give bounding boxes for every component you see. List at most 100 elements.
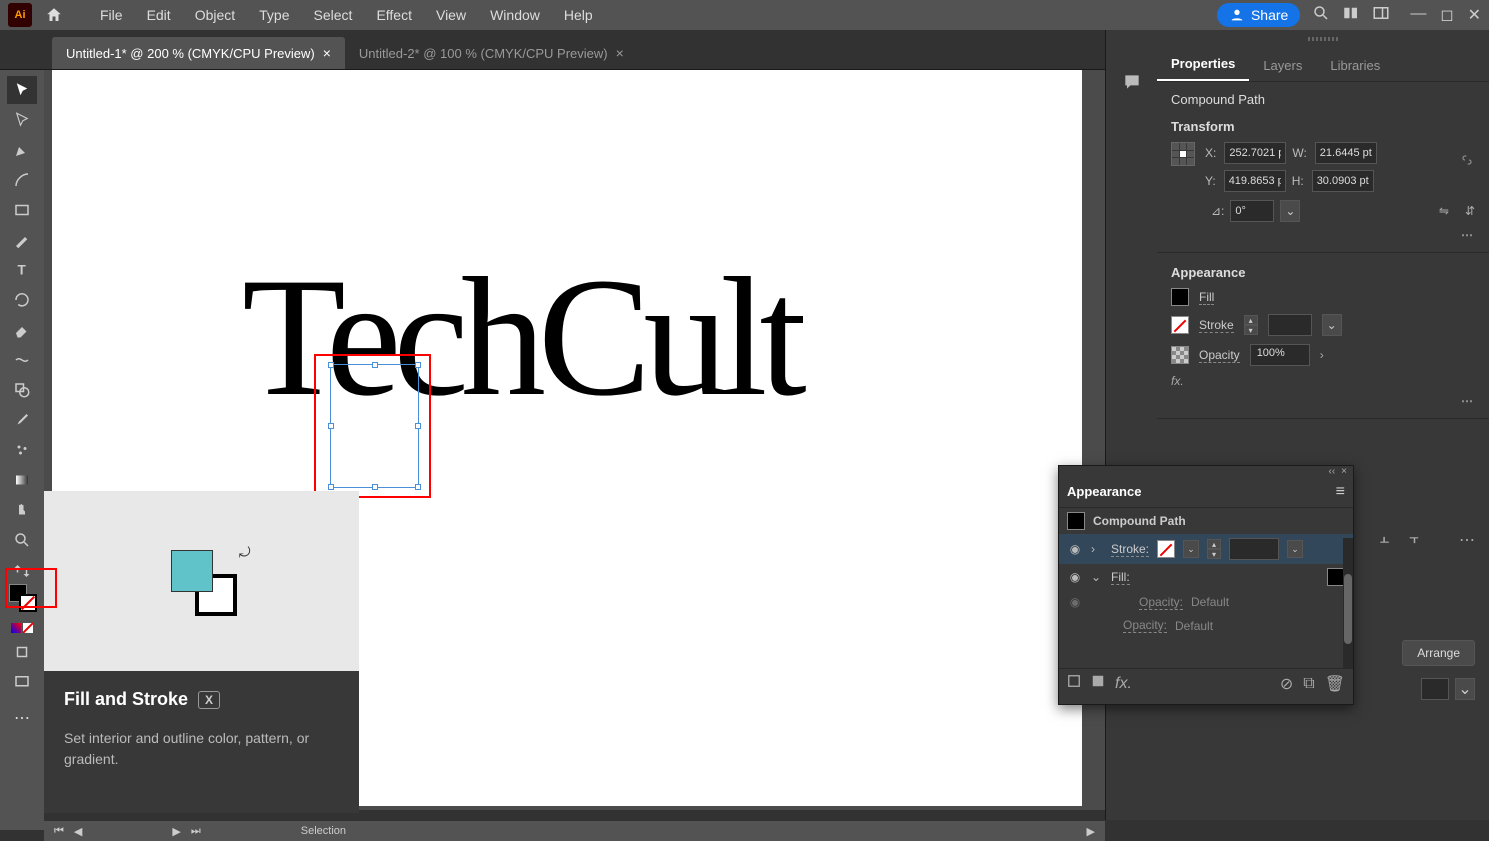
- disclosure-icon[interactable]: ⌄: [1091, 570, 1103, 584]
- w-input[interactable]: [1315, 142, 1377, 164]
- type-tool[interactable]: T: [7, 256, 37, 284]
- panel-collapse-icon[interactable]: ‹‹: [1328, 466, 1335, 476]
- delete-item-icon[interactable]: 🗑: [1325, 674, 1345, 694]
- menu-window[interactable]: Window: [480, 3, 550, 27]
- menu-help[interactable]: Help: [554, 3, 603, 27]
- flip-horizontal-icon[interactable]: ⇋: [1439, 204, 1449, 218]
- close-tab-icon[interactable]: ×: [323, 45, 331, 61]
- menu-effect[interactable]: Effect: [366, 3, 422, 27]
- document-tab-2[interactable]: Untitled-2* @ 100 % (CMYK/CPU Preview) ×: [345, 37, 638, 69]
- close-tab-icon[interactable]: ×: [616, 45, 624, 61]
- arrange-secondary-input[interactable]: [1421, 678, 1449, 700]
- add-effect-icon[interactable]: fx.: [1115, 675, 1132, 693]
- share-button[interactable]: Share: [1217, 3, 1300, 27]
- opacity-arrow-icon[interactable]: ›: [1320, 348, 1324, 362]
- hand-tool[interactable]: [7, 496, 37, 524]
- menu-edit[interactable]: Edit: [137, 3, 181, 27]
- h-input[interactable]: [1312, 170, 1374, 192]
- panel-menu-icon[interactable]: ≡: [1336, 483, 1345, 501]
- flip-vertical-icon[interactable]: ⇵: [1465, 204, 1475, 218]
- scrollbar[interactable]: [1343, 538, 1353, 668]
- fill-swatch[interactable]: [1171, 288, 1189, 306]
- angle-dropdown[interactable]: ⌄: [1280, 200, 1300, 222]
- align-more-options[interactable]: ⋯: [1459, 530, 1475, 550]
- disclosure-icon[interactable]: ›: [1091, 542, 1103, 556]
- rectangle-tool[interactable]: [7, 196, 37, 224]
- stroke-weight-input[interactable]: [1268, 314, 1312, 336]
- new-art-stroke-icon[interactable]: [1067, 674, 1081, 693]
- fx-label[interactable]: fx.: [1171, 374, 1475, 388]
- new-art-fill-icon[interactable]: [1091, 674, 1105, 693]
- y-input[interactable]: [1224, 170, 1286, 192]
- angle-input[interactable]: 0°: [1230, 200, 1274, 222]
- gradient-tool[interactable]: [7, 466, 37, 494]
- document-tab-1[interactable]: Untitled-1* @ 200 % (CMYK/CPU Preview) ×: [52, 37, 345, 69]
- arrange-button[interactable]: Arrange: [1402, 640, 1475, 666]
- selection-tool[interactable]: [7, 76, 37, 104]
- tab-layers[interactable]: Layers: [1249, 50, 1316, 81]
- close-icon[interactable]: ✕: [1468, 5, 1481, 25]
- curvature-tool[interactable]: [7, 166, 37, 194]
- menu-select[interactable]: Select: [304, 3, 363, 27]
- panel-close-icon[interactable]: ×: [1341, 466, 1347, 476]
- transform-more-options[interactable]: ⋯: [1171, 228, 1475, 242]
- nav-next-icon[interactable]: ▶: [172, 825, 180, 838]
- appearance-floating-panel[interactable]: ‹‹ × Appearance ≡ Compound Path ◉ › Stro…: [1058, 465, 1354, 705]
- tab-properties[interactable]: Properties: [1157, 48, 1249, 81]
- menu-type[interactable]: Type: [249, 3, 299, 27]
- zoom-tool[interactable]: [7, 526, 37, 554]
- workspace-icon[interactable]: [1372, 4, 1390, 27]
- nav-prev-icon[interactable]: ◀: [74, 825, 82, 838]
- pen-tool[interactable]: [7, 136, 37, 164]
- stroke-row-swatch[interactable]: [1157, 540, 1175, 558]
- fill-label[interactable]: Fill: [1199, 290, 1214, 305]
- screen-mode-icon[interactable]: [7, 668, 37, 696]
- stroke-swatch[interactable]: [1171, 316, 1189, 334]
- arrange-secondary-dropdown[interactable]: ⌄: [1455, 678, 1475, 700]
- eraser-tool[interactable]: [7, 316, 37, 344]
- symbol-sprayer-tool[interactable]: [7, 436, 37, 464]
- color-mode-row[interactable]: [7, 620, 37, 636]
- rotate-tool[interactable]: [7, 286, 37, 314]
- home-icon[interactable]: [42, 3, 66, 27]
- clear-appearance-icon[interactable]: ⊘: [1280, 674, 1293, 694]
- opacity-swatch[interactable]: [1171, 346, 1189, 364]
- constrain-proportions-icon[interactable]: [1459, 152, 1475, 171]
- stroke-row-stepper[interactable]: ▴▾: [1207, 539, 1221, 559]
- paintbrush-tool[interactable]: [7, 226, 37, 254]
- menu-view[interactable]: View: [426, 3, 476, 27]
- stroke-row-weight[interactable]: [1229, 538, 1279, 560]
- tab-libraries[interactable]: Libraries: [1316, 50, 1394, 81]
- stroke-label[interactable]: Stroke: [1199, 318, 1234, 333]
- comments-icon[interactable]: [1116, 66, 1148, 98]
- fill-row-label[interactable]: Fill:: [1111, 570, 1130, 585]
- nav-play-icon[interactable]: ▶: [1087, 825, 1095, 838]
- stroke-row-label[interactable]: Stroke:: [1111, 542, 1149, 557]
- menu-object[interactable]: Object: [185, 3, 245, 27]
- opacity-row-label-2[interactable]: Opacity:: [1123, 618, 1167, 633]
- duplicate-item-icon[interactable]: ⧉: [1303, 675, 1314, 693]
- arrange-documents-icon[interactable]: [1342, 4, 1360, 27]
- visibility-toggle-icon[interactable]: ◉: [1067, 569, 1083, 585]
- visibility-toggle-icon[interactable]: ◉: [1067, 594, 1083, 610]
- stroke-weight-dropdown[interactable]: ⌄: [1322, 314, 1342, 336]
- opacity-label[interactable]: Opacity: [1199, 348, 1240, 363]
- nav-first-icon[interactable]: ⏮: [54, 825, 64, 838]
- align-vertical-icon[interactable]: ⫟: [1409, 530, 1419, 550]
- x-input[interactable]: [1224, 142, 1286, 164]
- align-horizontal-icon[interactable]: ⫠: [1380, 530, 1390, 550]
- reference-point-widget[interactable]: [1171, 142, 1195, 166]
- width-tool[interactable]: [7, 346, 37, 374]
- stroke-row-swatch-dropdown[interactable]: ⌄: [1183, 540, 1199, 558]
- panel-drag-handle[interactable]: [1157, 30, 1489, 48]
- maximize-icon[interactable]: ◻: [1440, 5, 1453, 25]
- minimize-icon[interactable]: —: [1410, 5, 1426, 25]
- search-icon[interactable]: [1312, 4, 1330, 27]
- stroke-weight-stepper[interactable]: ▴▾: [1244, 315, 1258, 335]
- edit-toolbar-icon[interactable]: ⋯: [7, 704, 37, 732]
- selection-bounding-box[interactable]: [330, 364, 419, 488]
- eyedropper-tool[interactable]: [7, 406, 37, 434]
- appearance-more-options[interactable]: ⋯: [1171, 394, 1475, 408]
- draw-mode-icon[interactable]: [7, 638, 37, 666]
- shape-builder-tool[interactable]: [7, 376, 37, 404]
